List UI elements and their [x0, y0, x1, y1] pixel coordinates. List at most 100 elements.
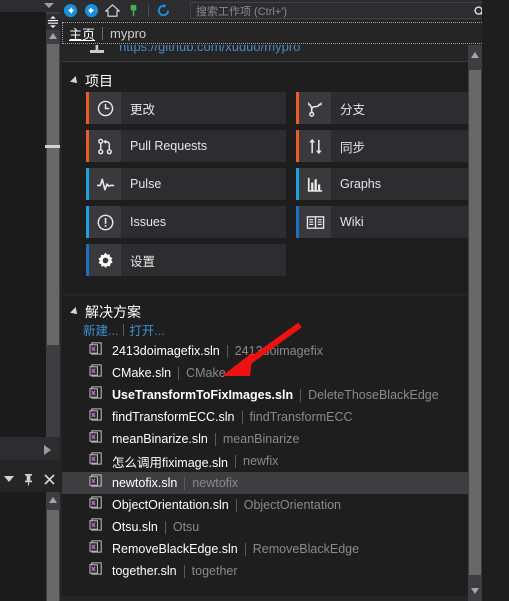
breadcrumb-home-link[interactable]: 主页	[63, 24, 95, 43]
solution-divider	[241, 410, 243, 424]
tile-accent-bar	[86, 168, 89, 200]
solution-list-item[interactable]: ⋆ Otsu.sln Otsu	[62, 516, 509, 538]
scroll-thumb[interactable]	[47, 44, 59, 345]
scroll-up-arrow-icon[interactable]	[471, 52, 479, 58]
solution-folder: newtofix	[192, 476, 239, 490]
visual-studio-solution-icon: ⋆	[89, 495, 104, 515]
tile-accent-bar	[86, 130, 89, 162]
triangle-expanded-icon[interactable]	[70, 307, 80, 317]
breadcrumb[interactable]: 主页 mypro	[62, 22, 506, 44]
team-explorer-window: 搜索工作项 (Ctrl+') 主页 mypro https://github.c…	[0, 0, 509, 601]
chevron-down-icon[interactable]	[4, 476, 14, 482]
tile-label: Pulse	[130, 177, 162, 191]
visual-studio-solution-icon: ⋆	[89, 429, 104, 449]
solution-list-item[interactable]: ⋆ RemoveBlackEdge.sln RemoveBlackEdge	[62, 538, 509, 560]
refresh-icon[interactable]	[153, 0, 174, 20]
project-section-title: 项目	[85, 73, 113, 89]
solution-divider	[300, 388, 302, 402]
visual-studio-solution-icon: ⋆	[89, 451, 104, 471]
project-tile-graphs[interactable]: Graphs	[296, 168, 496, 200]
pulse-wave-icon	[89, 168, 121, 200]
tile-label: Wiki	[340, 215, 364, 229]
project-tile-row: 设置	[86, 244, 509, 276]
scroll-up-arrow-icon[interactable]	[49, 497, 57, 503]
project-section-header[interactable]: 项目	[70, 71, 113, 91]
triangle-right-icon[interactable]	[44, 445, 51, 455]
solution-list-item[interactable]: ⋆ meanBinarize.sln meanBinarize	[62, 428, 509, 450]
project-tile-issues[interactable]: Issues	[86, 206, 286, 238]
triangle-expanded-icon[interactable]	[70, 76, 80, 86]
project-tile-pull-requests[interactable]: Pull Requests	[86, 130, 286, 162]
repo-url-link[interactable]: https://github.com/xuduo/mypro	[119, 45, 300, 54]
tile-placeholder	[296, 244, 496, 276]
right-gap	[482, 0, 509, 601]
left-panel-header	[0, 437, 60, 460]
project-section: 项目 更改 分支 Pull Requests 同步 Pulse Graphs Issues W…	[62, 62, 509, 294]
project-tile-同步[interactable]: 同步	[296, 130, 496, 162]
solution-list-item[interactable]: ⋆ 怎么调用fiximage.sln newfix	[62, 450, 509, 472]
solution-action-links: 新建... 打开...	[83, 320, 165, 339]
solution-list-item[interactable]: ⋆ ObjectOrientation.sln ObjectOrientation	[62, 494, 509, 516]
project-tile-row: Issues Wiki	[86, 206, 509, 238]
project-tile-grid: 更改 分支 Pull Requests 同步 Pulse Graphs Issues Wiki…	[86, 92, 509, 282]
forward-arrow-icon[interactable]	[81, 0, 102, 20]
back-arrow-icon[interactable]	[60, 0, 81, 20]
project-tile-更改[interactable]: 更改	[86, 92, 286, 124]
tile-accent-bar	[86, 92, 89, 124]
tile-accent-bar	[296, 130, 299, 162]
solution-folder: findTransformECC	[249, 410, 353, 424]
solution-list: ⋆ 2413doimagefix.sln 2413doimagefix ⋆ CMake.…	[62, 340, 509, 582]
project-tile-设置[interactable]: 设置	[86, 244, 286, 276]
solution-name: Otsu.sln	[112, 520, 158, 534]
solution-name: ObjectOrientation.sln	[112, 498, 229, 512]
solution-folder: DeleteThoseBlackEdge	[308, 388, 439, 402]
tile-accent-bar	[296, 92, 299, 124]
solution-list-item[interactable]: ⋆ newtofix.sln newtofix	[62, 472, 509, 494]
solution-divider	[235, 454, 236, 468]
solution-divider	[164, 520, 166, 534]
scroll-down-arrow-icon[interactable]	[471, 588, 479, 594]
solution-list-item[interactable]: ⋆ findTransformECC.sln findTransformECC	[62, 406, 509, 428]
solution-name: UseTransformToFixImages.sln	[112, 388, 294, 402]
solution-folder: meanBinarize	[222, 432, 300, 446]
resize-vertical-icon[interactable]	[46, 14, 60, 30]
solution-name: 怎么调用fiximage.sln	[112, 455, 228, 470]
home-icon[interactable]	[102, 0, 123, 20]
solution-list-item[interactable]: ⋆ UseTransformToFixImages.sln DeleteThoseB…	[62, 384, 509, 406]
tile-label: 设置	[130, 254, 156, 269]
bar-chart-icon	[299, 168, 331, 200]
close-icon[interactable]	[43, 473, 56, 486]
visual-studio-solution-icon: ⋆	[89, 473, 104, 493]
tile-label: 同步	[340, 140, 366, 155]
clock-history-icon	[89, 92, 121, 124]
project-tile-row: Pull Requests 同步	[86, 130, 509, 162]
solution-list-item[interactable]: ⋆ 2413doimagefix.sln 2413doimagefix	[62, 340, 509, 362]
tile-label: 更改	[130, 102, 156, 117]
search-input[interactable]: 搜索工作项 (Ctrl+')	[190, 2, 505, 19]
project-tile-pulse[interactable]: Pulse	[86, 168, 286, 200]
scroll-thumb[interactable]	[469, 70, 481, 575]
solution-list-item[interactable]: ⋆ CMake.sln CMake	[62, 362, 509, 384]
open-solution-link[interactable]: 打开...	[129, 320, 164, 339]
left-pane-dropdown-icon[interactable]	[44, 3, 54, 8]
solution-divider	[235, 498, 237, 512]
solution-folder: RemoveBlackEdge	[252, 542, 360, 556]
connect-plug-icon[interactable]	[123, 0, 144, 20]
solution-divider	[178, 366, 180, 380]
solution-name: CMake.sln	[112, 366, 172, 380]
breadcrumb-current: mypro	[110, 25, 147, 41]
new-solution-link[interactable]: 新建...	[83, 320, 118, 339]
project-tile-分支[interactable]: 分支	[296, 92, 496, 124]
solution-section: 解决方案 新建... 打开... ⋆ 2413doimagefix.sln 2413…	[62, 296, 509, 596]
team-explorer-toolbar: 搜索工作项 (Ctrl+')	[60, 0, 509, 20]
scroll-thumb[interactable]	[47, 510, 59, 601]
solution-section-header[interactable]: 解决方案	[70, 302, 141, 322]
solution-divider	[183, 564, 185, 578]
scroll-up-arrow-icon[interactable]	[49, 33, 57, 39]
pull-request-icon	[89, 130, 121, 162]
solution-list-item[interactable]: ⋆ together.sln together	[62, 560, 509, 582]
pin-icon[interactable]	[22, 473, 35, 486]
repo-url-row: https://github.com/xuduo/mypro	[62, 45, 506, 61]
solution-section-title: 解决方案	[85, 304, 141, 320]
project-tile-wiki[interactable]: Wiki	[296, 206, 496, 238]
